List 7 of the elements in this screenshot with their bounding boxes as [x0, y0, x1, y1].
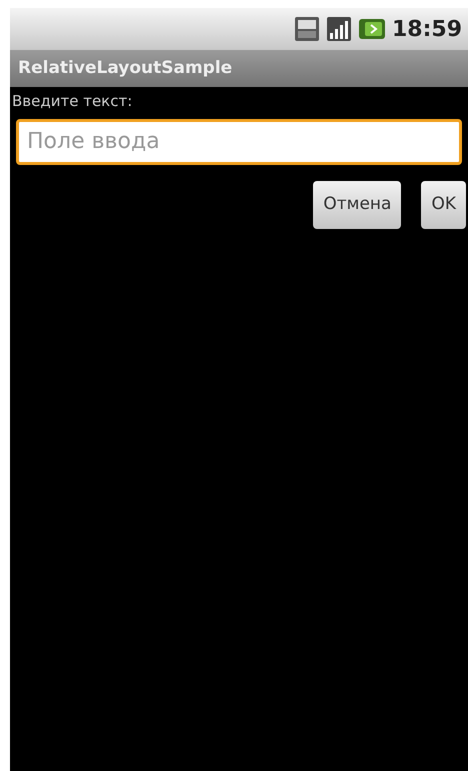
text-input[interactable]: Поле ввода: [16, 118, 462, 164]
field-label: Введите текст:: [11, 91, 134, 112]
dialog-button[interactable]: Отмена: [313, 180, 402, 228]
signal-icon: [326, 16, 352, 42]
status-time: 18:59: [392, 16, 462, 44]
app-title: RelativeLayoutSample: [18, 56, 232, 80]
dialog-button[interactable]: OK: [421, 180, 466, 228]
